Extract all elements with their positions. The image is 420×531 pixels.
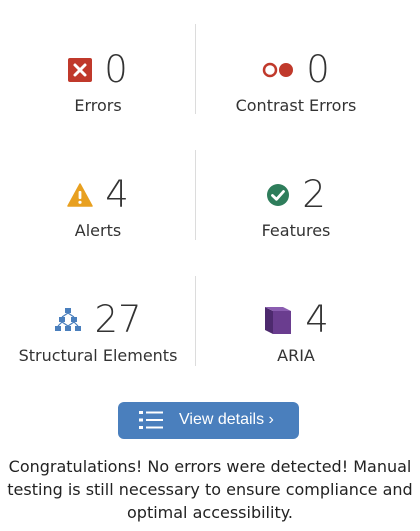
errors-label: Errors bbox=[74, 96, 122, 115]
aria-label: ARIA bbox=[277, 346, 315, 365]
contrast-circles-icon bbox=[262, 61, 294, 79]
errors-count: 0 bbox=[104, 48, 128, 91]
column-divider bbox=[195, 24, 196, 114]
summary-panel: 0 Errors 0 Contrast Errors 4 Alerts 2 Fe… bbox=[0, 0, 420, 531]
alerts-count: 4 bbox=[105, 173, 129, 216]
features-count: 2 bbox=[302, 173, 326, 216]
structural-elements-stat: 27 Structural Elements bbox=[0, 300, 196, 410]
features-stat: 2 Features bbox=[198, 175, 394, 285]
alert-triangle-icon bbox=[67, 183, 93, 207]
contrast-errors-label: Contrast Errors bbox=[235, 96, 357, 115]
column-divider bbox=[195, 276, 196, 366]
summary-grid: 0 Errors 0 Contrast Errors 4 Alerts 2 Fe… bbox=[0, 0, 394, 380]
alerts-stat: 4 Alerts bbox=[0, 175, 196, 285]
summary-message: Congratulations! No errors were detected… bbox=[7, 457, 413, 522]
aria-stat: 4 ARIA bbox=[198, 300, 394, 410]
error-x-icon bbox=[68, 58, 93, 82]
aria-count: 4 bbox=[305, 298, 329, 341]
errors-stat: 0 Errors bbox=[0, 50, 196, 160]
list-icon bbox=[139, 410, 163, 433]
aria-box-icon bbox=[263, 305, 293, 335]
check-circle-icon bbox=[266, 183, 290, 207]
view-details-label: View details › bbox=[179, 411, 274, 428]
column-divider bbox=[195, 150, 196, 240]
features-label: Features bbox=[261, 221, 331, 240]
alerts-label: Alerts bbox=[74, 221, 122, 240]
structural-elements-label: Structural Elements bbox=[18, 346, 178, 365]
contrast-errors-stat: 0 Contrast Errors bbox=[198, 50, 394, 160]
hierarchy-icon bbox=[54, 307, 82, 333]
contrast-errors-count: 0 bbox=[306, 48, 330, 91]
view-details-button[interactable]: View details › bbox=[118, 402, 299, 439]
structural-elements-count: 27 bbox=[94, 298, 142, 341]
